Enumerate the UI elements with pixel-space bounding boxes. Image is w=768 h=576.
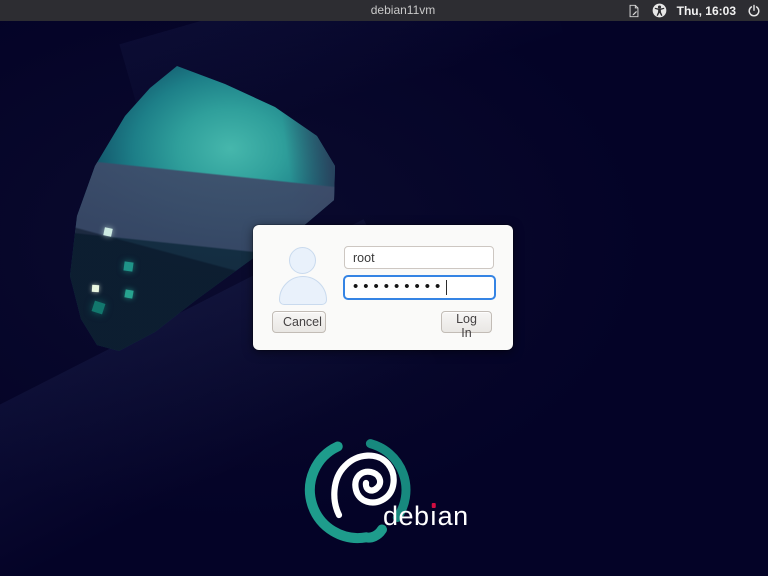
wallpaper-confetti-square bbox=[124, 289, 134, 299]
user-avatar-icon bbox=[277, 245, 329, 305]
text-caret bbox=[446, 280, 447, 295]
password-input[interactable]: ••••••••• bbox=[343, 275, 496, 300]
wordmark-part: deb bbox=[383, 501, 430, 531]
wallpaper-confetti-square bbox=[103, 227, 113, 237]
avatar-body bbox=[279, 276, 327, 305]
top-bar: debian11vm Thu, 16:03 bbox=[0, 0, 768, 21]
top-bar-tray: Thu, 16:03 bbox=[627, 0, 768, 21]
login-dialog: ••••••••• Cancel Log In bbox=[253, 225, 513, 350]
debian-red-dot bbox=[431, 503, 436, 508]
hostname-label: debian11vm bbox=[370, 3, 436, 17]
wallpaper-confetti-square bbox=[91, 284, 100, 293]
accessibility-icon[interactable] bbox=[652, 3, 667, 18]
password-masked-value: ••••••••• bbox=[353, 278, 446, 295]
wordmark-i: ı bbox=[430, 501, 438, 532]
notes-indicator-icon[interactable] bbox=[627, 3, 642, 18]
wallpaper-confetti-square bbox=[123, 261, 134, 272]
debian-swirl-icon bbox=[304, 439, 411, 543]
avatar-head bbox=[289, 247, 316, 274]
username-input[interactable] bbox=[344, 246, 494, 269]
debian-wordmark: debı an bbox=[383, 501, 469, 532]
login-screen: debian11vm Thu, 16:03 root ••••••••• Can… bbox=[0, 0, 768, 576]
power-icon[interactable] bbox=[746, 3, 761, 18]
debian-logo: debı an bbox=[279, 407, 479, 567]
wordmark-part: an bbox=[437, 501, 469, 531]
clock-label: Thu, 16:03 bbox=[676, 3, 736, 18]
cancel-button[interactable]: Cancel bbox=[272, 311, 326, 333]
login-button[interactable]: Log In bbox=[441, 311, 492, 340]
